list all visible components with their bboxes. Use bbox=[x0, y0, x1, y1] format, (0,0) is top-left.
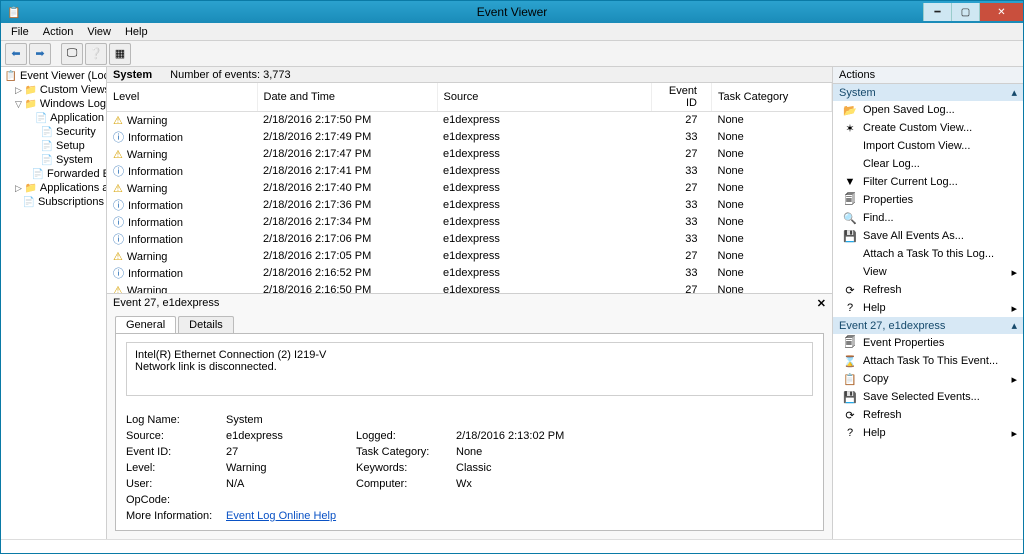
actions-header: Actions bbox=[833, 67, 1023, 84]
collapse-icon[interactable]: ▴ bbox=[1011, 86, 1017, 99]
event-grid[interactable]: Level Date and Time Source Event ID Task… bbox=[107, 83, 832, 293]
tab-general[interactable]: General bbox=[115, 316, 176, 333]
nav-item[interactable]: ▽📁Windows Logs bbox=[1, 97, 106, 111]
minimize-button[interactable]: ━ bbox=[923, 3, 951, 21]
menubar: File Action View Help bbox=[1, 23, 1023, 41]
action-item[interactable]: ✶Create Custom View... bbox=[833, 119, 1023, 137]
table-row[interactable]: Information2/18/2016 2:17:41 PMe1dexpres… bbox=[107, 163, 832, 180]
back-button[interactable]: ⬅ bbox=[5, 43, 27, 65]
toolbar: ⬅ ➡ 🖵 ❔ ▦ bbox=[1, 41, 1023, 67]
table-row[interactable]: Warning2/18/2016 2:16:50 PMe1dexpress27N… bbox=[107, 282, 832, 294]
forward-button[interactable]: ➡ bbox=[29, 43, 51, 65]
table-row[interactable]: Warning2/18/2016 2:17:05 PMe1dexpress27N… bbox=[107, 248, 832, 265]
refresh-button[interactable]: ▦ bbox=[109, 43, 131, 65]
table-row[interactable]: Warning2/18/2016 2:17:47 PMe1dexpress27N… bbox=[107, 146, 832, 163]
maximize-button[interactable]: ▢ bbox=[951, 3, 979, 21]
action-item[interactable]: 💾Save All Events As... bbox=[833, 227, 1023, 245]
actions-pane: Actions System▴ 📂Open Saved Log...✶Creat… bbox=[833, 67, 1023, 539]
action-item[interactable]: ⟳Refresh bbox=[833, 281, 1023, 299]
action-item[interactable]: ▼Filter Current Log... bbox=[833, 173, 1023, 191]
event-message: Intel(R) Ethernet Connection (2) I219-V … bbox=[126, 342, 813, 396]
table-row[interactable]: Information2/18/2016 2:17:34 PMe1dexpres… bbox=[107, 214, 832, 231]
close-button[interactable]: ✕ bbox=[979, 3, 1023, 21]
col-taskcat[interactable]: Task Category bbox=[712, 83, 832, 112]
nav-item[interactable]: 📄Forwarded Events bbox=[1, 167, 106, 181]
menu-action[interactable]: Action bbox=[37, 24, 80, 40]
col-datetime[interactable]: Date and Time bbox=[257, 83, 437, 112]
action-item[interactable]: 🗐Properties bbox=[833, 191, 1023, 209]
window-title: Event Viewer bbox=[477, 5, 547, 19]
nav-item[interactable]: ▷📁Custom Views bbox=[1, 83, 106, 97]
horizontal-scrollbar[interactable] bbox=[1, 539, 1023, 553]
col-source[interactable]: Source bbox=[437, 83, 652, 112]
app-window: 📋 Event Viewer ━ ▢ ✕ File Action View He… bbox=[0, 0, 1024, 554]
action-item[interactable]: Clear Log... bbox=[833, 155, 1023, 173]
nav-item[interactable]: 📄Setup bbox=[1, 139, 106, 153]
collapse-icon[interactable]: ▴ bbox=[1011, 319, 1017, 332]
table-row[interactable]: Information2/18/2016 2:16:52 PMe1dexpres… bbox=[107, 265, 832, 282]
nav-item[interactable]: 📄Security bbox=[1, 125, 106, 139]
col-level[interactable]: Level bbox=[107, 83, 257, 112]
action-item[interactable]: ?Help▸ bbox=[833, 424, 1023, 442]
nav-tree[interactable]: 📋Event Viewer (Local) ▷📁Custom Views▽📁Wi… bbox=[1, 67, 107, 539]
nav-item[interactable]: 📄System bbox=[1, 153, 106, 167]
table-row[interactable]: Warning2/18/2016 2:17:40 PMe1dexpress27N… bbox=[107, 180, 832, 197]
action-item[interactable]: ⟳Refresh bbox=[833, 406, 1023, 424]
titlebar: 📋 Event Viewer ━ ▢ ✕ bbox=[1, 1, 1023, 23]
online-help-link[interactable]: Event Log Online Help bbox=[226, 510, 346, 522]
action-item[interactable]: 🗐Event Properties bbox=[833, 334, 1023, 352]
action-item[interactable]: 📂Open Saved Log... bbox=[833, 101, 1023, 119]
action-item[interactable]: ?Help▸ bbox=[833, 299, 1023, 317]
nav-item[interactable]: 📄Subscriptions bbox=[1, 195, 106, 209]
menu-file[interactable]: File bbox=[5, 24, 35, 40]
detail-title: Event 27, e1dexpress bbox=[113, 297, 219, 309]
action-item[interactable]: ⌛Attach Task To This Event... bbox=[833, 352, 1023, 370]
nav-item[interactable]: 📄Application bbox=[1, 111, 106, 125]
action-item[interactable]: Import Custom View... bbox=[833, 137, 1023, 155]
action-item[interactable]: 🔍Find... bbox=[833, 209, 1023, 227]
action-item[interactable]: 📋Copy▸ bbox=[833, 370, 1023, 388]
actions-section-system: System▴ bbox=[833, 84, 1023, 101]
table-row[interactable]: Information2/18/2016 2:17:36 PMe1dexpres… bbox=[107, 197, 832, 214]
col-eventid[interactable]: Event ID bbox=[652, 83, 712, 112]
action-item[interactable]: Attach a Task To this Log... bbox=[833, 245, 1023, 263]
event-count: Number of events: 3,773 bbox=[170, 69, 290, 81]
table-row[interactable]: Information2/18/2016 2:17:49 PMe1dexpres… bbox=[107, 129, 832, 146]
log-title: System bbox=[113, 69, 152, 81]
show-tree-button[interactable]: 🖵 bbox=[61, 43, 83, 65]
detail-close-icon[interactable]: ✕ bbox=[817, 297, 826, 310]
menu-help[interactable]: Help bbox=[119, 24, 154, 40]
help-button[interactable]: ❔ bbox=[85, 43, 107, 65]
event-properties: Log Name:System Source:e1dexpress Logged… bbox=[126, 414, 813, 522]
actions-section-event: Event 27, e1dexpress▴ bbox=[833, 317, 1023, 334]
action-item[interactable]: View▸ bbox=[833, 263, 1023, 281]
list-header: System Number of events: 3,773 bbox=[107, 67, 832, 83]
action-item[interactable]: 💾Save Selected Events... bbox=[833, 388, 1023, 406]
table-row[interactable]: Information2/18/2016 2:17:06 PMe1dexpres… bbox=[107, 231, 832, 248]
nav-root[interactable]: 📋Event Viewer (Local) bbox=[1, 69, 106, 83]
detail-pane: Event 27, e1dexpress ✕ General Details I… bbox=[107, 293, 832, 539]
app-icon: 📋 bbox=[7, 6, 21, 19]
menu-view[interactable]: View bbox=[81, 24, 117, 40]
nav-item[interactable]: ▷📁Applications and Services Lo bbox=[1, 181, 106, 195]
tab-details[interactable]: Details bbox=[178, 316, 234, 333]
table-row[interactable]: Warning2/18/2016 2:17:50 PMe1dexpress27N… bbox=[107, 112, 832, 129]
